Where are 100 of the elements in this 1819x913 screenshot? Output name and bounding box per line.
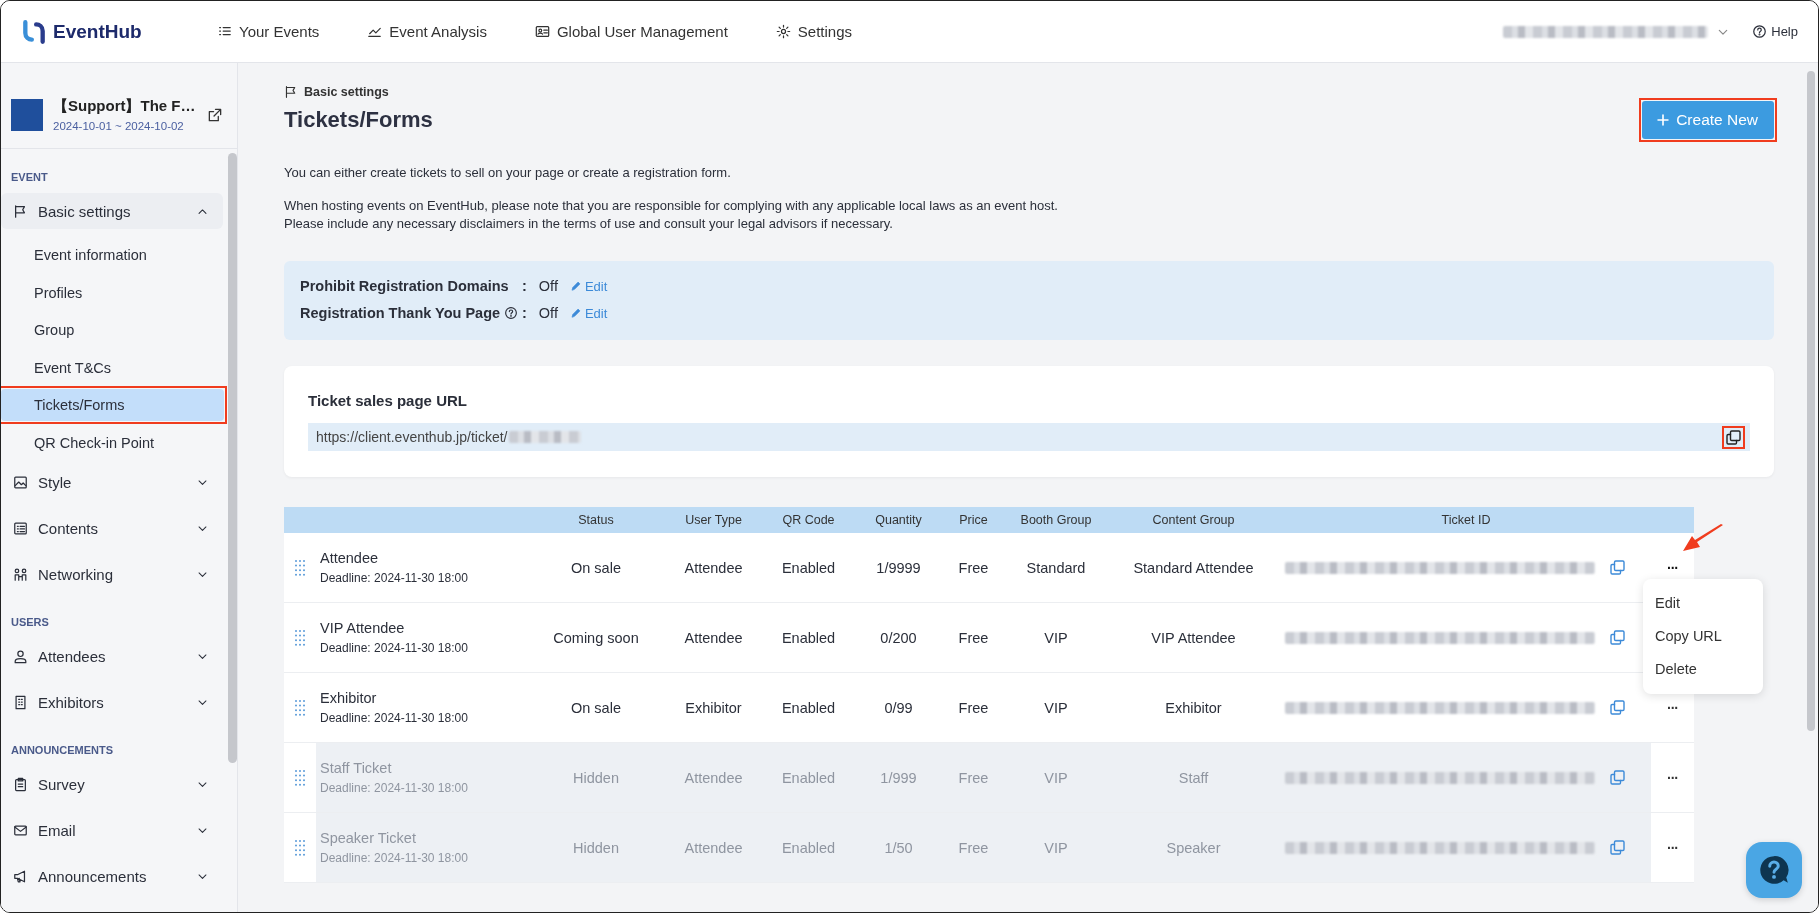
sidebar-subitem[interactable]: Event T&Cs bbox=[1, 351, 223, 384]
sidebar-subitem[interactable]: Group bbox=[1, 314, 223, 346]
sidebar-subitem[interactable]: Profiles bbox=[1, 276, 223, 309]
setting-label: Prohibit Registration Domains bbox=[300, 278, 509, 294]
more-options-button[interactable]: ··· bbox=[1663, 697, 1682, 718]
ticket-deadline: Deadline: 2024-11-30 18:00 bbox=[320, 711, 468, 725]
table-cell-text: Free bbox=[957, 628, 990, 648]
table-cell-text: Hidden bbox=[572, 768, 620, 788]
ticket-name: Exhibitor bbox=[320, 690, 377, 706]
ticket-name: Speaker Ticket bbox=[320, 830, 416, 846]
sidebar-item[interactable]: Contents bbox=[1, 510, 223, 546]
event-logo-image bbox=[11, 98, 43, 131]
column-header: Price bbox=[958, 512, 989, 529]
notice-text: When hosting events on EventHub, please note that you are responsible for complying with any applicable local laws as an event host. bbox=[284, 198, 1059, 213]
sidebar-item[interactable]: Email bbox=[1, 812, 223, 848]
nav-link[interactable]: Your Events bbox=[217, 23, 320, 40]
ticket-name: VIP Attendee bbox=[320, 620, 405, 636]
annotation-arrow bbox=[1681, 523, 1725, 553]
table-cell-text: Speaker bbox=[1165, 838, 1222, 858]
section-heading: EVENT bbox=[10, 170, 49, 185]
table-cell-text: VIP bbox=[1043, 628, 1069, 648]
table-cell-text: VIP bbox=[1043, 768, 1069, 788]
table-cell-text: Coming soon bbox=[552, 628, 640, 648]
separator: : bbox=[522, 278, 527, 294]
menu-item[interactable]: Delete bbox=[1643, 653, 1763, 686]
table-cell-text: 1/50 bbox=[883, 838, 914, 858]
table-cell-text: VIP Attendee bbox=[1150, 628, 1237, 648]
column-header: Status bbox=[577, 512, 615, 529]
more-options-button[interactable]: ··· bbox=[1663, 767, 1682, 788]
setting-value: Off bbox=[538, 278, 558, 294]
table-cell-text: On sale bbox=[570, 698, 622, 718]
table-cell-text: Enabled bbox=[780, 628, 837, 648]
copy-icon[interactable] bbox=[1725, 428, 1742, 446]
ticket-name: Attendee bbox=[320, 550, 379, 566]
table-cell-text: Exhibitor bbox=[1164, 698, 1223, 718]
table-cell-text: On sale bbox=[570, 558, 622, 578]
scrollbar[interactable] bbox=[228, 153, 237, 763]
list-icon bbox=[13, 520, 28, 536]
sidebar-item[interactable]: Announcements bbox=[1, 858, 223, 894]
sidebar-item[interactable]: Basic settings bbox=[1, 193, 223, 229]
url-field[interactable]: https://client.eventhub.jp/ticket/ bbox=[308, 423, 1750, 451]
sidebar-item[interactable]: Exhibitors bbox=[1, 684, 223, 720]
help-icon[interactable] bbox=[504, 306, 519, 320]
table-cell-text: Exhibitor bbox=[684, 698, 743, 718]
menu-item[interactable]: Edit bbox=[1643, 587, 1763, 620]
table-cell-text: Hidden bbox=[572, 838, 620, 858]
sidebar-item[interactable]: Networking bbox=[1, 556, 223, 592]
external-link-icon[interactable] bbox=[207, 106, 223, 123]
nav-link[interactable]: Global User Management bbox=[534, 23, 728, 40]
scrollbar[interactable] bbox=[1807, 71, 1815, 731]
megaphone-icon bbox=[13, 868, 28, 884]
table-cell-text: Standard bbox=[1025, 558, 1087, 578]
plus-icon bbox=[1656, 113, 1671, 127]
help-chat-button[interactable] bbox=[1746, 842, 1802, 898]
sidebar-item[interactable]: Attendees bbox=[1, 638, 223, 674]
drag-handle-icon[interactable] bbox=[294, 768, 306, 787]
table-cell-text: Staff bbox=[1177, 768, 1210, 788]
id-card-icon bbox=[534, 24, 550, 39]
column-header: Quantity bbox=[874, 512, 923, 529]
event-dates: 2024-10-01 ~ 2024-10-02 bbox=[53, 120, 185, 132]
sidebar-subitem[interactable]: Event information bbox=[1, 239, 223, 271]
drag-handle-icon[interactable] bbox=[294, 838, 306, 857]
highlight-frame bbox=[1722, 425, 1745, 449]
intro-text: You can either create tickets to sell on your page or create a registration form. bbox=[284, 165, 732, 180]
table-cell-text: 1/9999 bbox=[875, 558, 922, 578]
notice-text: Please include any necessary disclaimers in the terms of use and consult your legal advisors if necessary. bbox=[284, 216, 894, 231]
building-icon bbox=[13, 694, 28, 710]
sidebar-item[interactable]: Survey bbox=[1, 766, 223, 802]
sidebar-item[interactable]: Style bbox=[1, 464, 223, 500]
menu-item[interactable]: Copy URL bbox=[1643, 620, 1763, 653]
page-title: Tickets/Forms bbox=[284, 107, 433, 133]
nav-link[interactable]: Settings bbox=[775, 23, 853, 40]
table-cell-text: Attendee bbox=[683, 838, 744, 858]
more-options-button[interactable]: ··· bbox=[1663, 557, 1682, 578]
user-icon bbox=[13, 648, 28, 664]
drag-handle-icon[interactable] bbox=[294, 628, 306, 647]
setting-value: Off bbox=[538, 305, 558, 321]
settings-icon bbox=[775, 24, 791, 39]
drag-handle-icon[interactable] bbox=[294, 558, 306, 577]
image-icon bbox=[13, 474, 28, 490]
column-header: QR Code bbox=[781, 512, 836, 529]
people-icon bbox=[13, 566, 28, 582]
table-cell-text: Attendee bbox=[683, 768, 744, 788]
table-cell-text: VIP bbox=[1043, 838, 1069, 858]
setting-label: Registration Thank You Page bbox=[300, 305, 501, 321]
help-icon bbox=[1752, 24, 1768, 39]
question-bubble-icon bbox=[1758, 854, 1790, 886]
drag-handle-icon[interactable] bbox=[294, 698, 306, 717]
table-cell-text: Enabled bbox=[780, 768, 837, 788]
table-cell-text: 1/999 bbox=[879, 768, 918, 788]
more-options-button[interactable]: ··· bbox=[1663, 837, 1682, 858]
help-link[interactable]: Help bbox=[1752, 24, 1798, 39]
sidebar-subitem[interactable]: Tickets/Forms bbox=[1, 389, 224, 421]
ticket-deadline: Deadline: 2024-11-30 18:00 bbox=[320, 571, 468, 585]
sidebar-subitem[interactable]: QR Check-in Point bbox=[1, 426, 223, 459]
nav-link[interactable]: Event Analysis bbox=[367, 23, 487, 40]
column-header: Ticket ID bbox=[1440, 512, 1492, 529]
ticket-deadline: Deadline: 2024-11-30 18:00 bbox=[320, 851, 468, 865]
pencil-icon bbox=[569, 280, 582, 292]
column-header: Content Group bbox=[1151, 512, 1236, 529]
